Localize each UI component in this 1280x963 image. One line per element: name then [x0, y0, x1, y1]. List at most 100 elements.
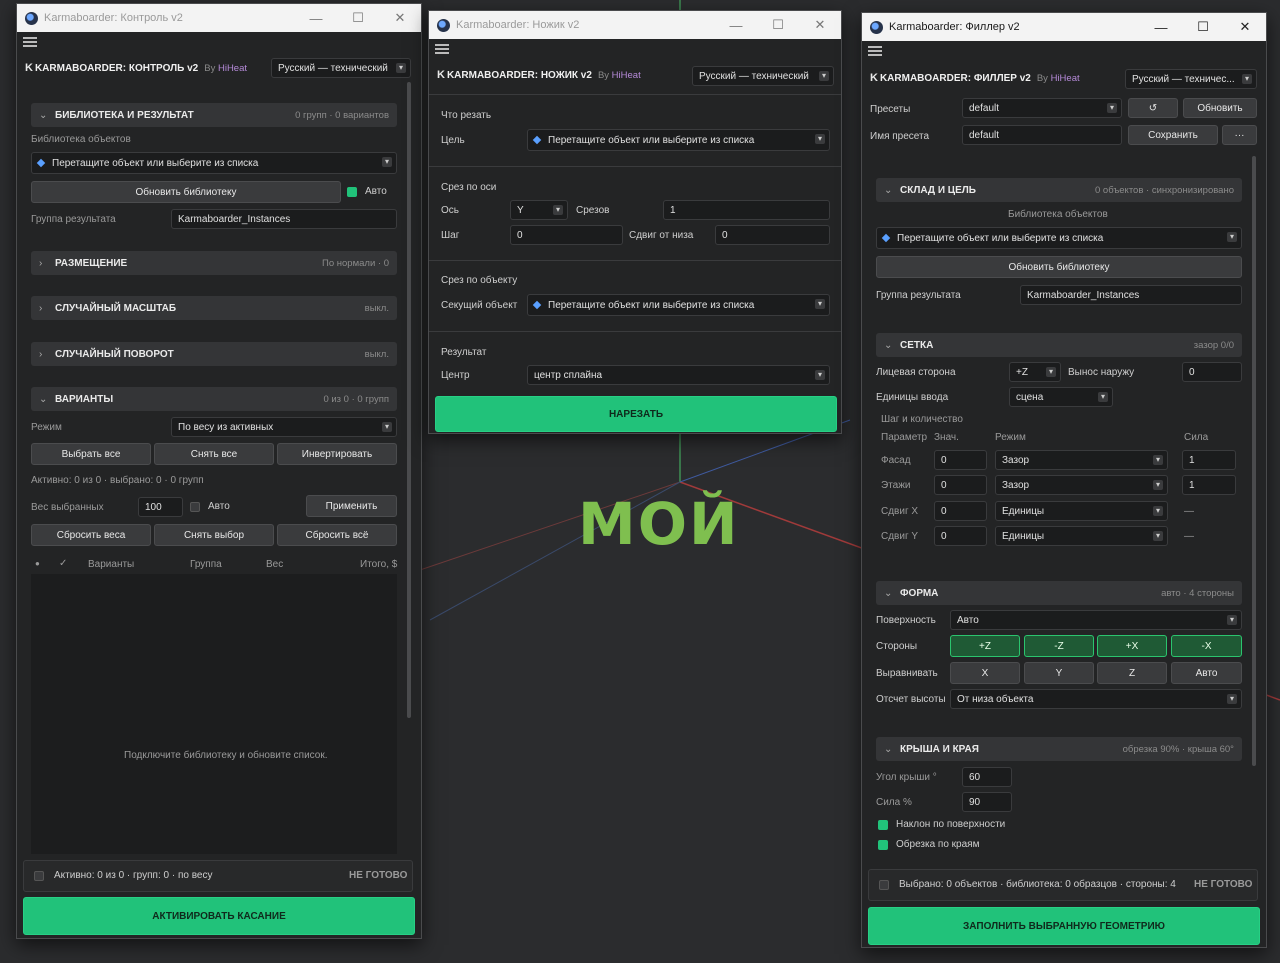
- weight-auto-label: Авто: [208, 501, 230, 512]
- status-checkbox[interactable]: [879, 880, 889, 890]
- minimize-icon[interactable]: —: [295, 11, 337, 26]
- center-select[interactable]: центр сплайна ▾: [527, 365, 830, 385]
- height-select[interactable]: От низа объекта ▾: [950, 689, 1242, 709]
- close-icon[interactable]: ✕: [799, 17, 841, 33]
- side-plus-x-button[interactable]: +X: [1097, 635, 1167, 657]
- menu-icon[interactable]: [435, 44, 449, 54]
- grid-row-mode[interactable]: Единицы ▾: [995, 526, 1168, 546]
- align-y-button[interactable]: Y: [1024, 662, 1094, 684]
- section-random-rotation[interactable]: › СЛУЧАЙНЫЙ ПОВОРОТ выкл.: [31, 342, 397, 366]
- grid-row-value[interactable]: 0: [934, 501, 987, 521]
- scrollbar[interactable]: [1252, 156, 1256, 766]
- shift-input[interactable]: 0: [715, 225, 830, 245]
- roof-force-input[interactable]: 90: [962, 792, 1012, 812]
- save-preset-button[interactable]: Сохранить: [1128, 125, 1218, 145]
- side-minus-z-button[interactable]: -Z: [1024, 635, 1094, 657]
- col-weight[interactable]: Вес: [266, 559, 283, 570]
- invert-button[interactable]: Инвертировать: [277, 443, 397, 465]
- maximize-icon[interactable]: ☐: [337, 10, 379, 26]
- roof-angle-input[interactable]: 60: [962, 767, 1012, 787]
- slices-input[interactable]: 1: [663, 200, 830, 220]
- target-picker[interactable]: Перетащите объект или выберите из списка…: [527, 129, 830, 151]
- menu-icon[interactable]: [868, 46, 882, 56]
- scrollbar[interactable]: [407, 82, 411, 718]
- refresh-library-button[interactable]: Обновить библиотеку: [31, 181, 341, 203]
- section-storage[interactable]: ⌄ СКЛАД И ЦЕЛЬ 0 объектов · синхронизиро…: [876, 178, 1242, 202]
- language-select[interactable]: Русский — технический ▾: [271, 58, 411, 78]
- units-select[interactable]: сцена ▾: [1009, 387, 1113, 407]
- cut-button[interactable]: НАРЕЗАТЬ: [435, 396, 837, 432]
- grid-row-mode[interactable]: Зазор ▾: [995, 475, 1168, 495]
- surface-select[interactable]: Авто ▾: [950, 610, 1242, 630]
- section-shape[interactable]: ⌄ ФОРМА авто · 4 стороны: [876, 581, 1242, 605]
- auto-checkbox[interactable]: [347, 187, 357, 197]
- deselect-all-button[interactable]: Снять все: [154, 443, 274, 465]
- section-roof[interactable]: ⌄ КРЫША И КРАЯ обрезка 90% · крыша 60°: [876, 737, 1242, 761]
- weight-input[interactable]: 100: [138, 497, 183, 517]
- col-total[interactable]: Итого, $: [360, 559, 397, 570]
- group-input[interactable]: Karmaboarder_Instances: [171, 209, 397, 229]
- tilt-checkbox[interactable]: [878, 820, 888, 830]
- cutter-picker[interactable]: Перетащите объект или выберите из списка…: [527, 294, 830, 316]
- section-random-scale[interactable]: › СЛУЧАЙНЫЙ МАСШТАБ выкл.: [31, 296, 397, 320]
- cutter-label: Секущий объект: [441, 300, 518, 311]
- presets-select[interactable]: default ▾: [962, 98, 1122, 118]
- section-library[interactable]: ⌄ БИБЛИОТЕКА И РЕЗУЛЬТАТ 0 групп · 0 вар…: [31, 103, 397, 127]
- side-plus-z-button[interactable]: +Z: [950, 635, 1020, 657]
- grid-row-value[interactable]: 0: [934, 475, 987, 495]
- grid-row-value[interactable]: 0: [934, 450, 987, 470]
- reload-preset-button[interactable]: ↺: [1128, 98, 1178, 118]
- minimize-icon[interactable]: —: [715, 18, 757, 33]
- col-variants[interactable]: Варианты: [88, 559, 134, 570]
- weight-auto-checkbox[interactable]: [190, 502, 200, 512]
- apply-button[interactable]: Применить: [306, 495, 397, 517]
- knife-header: K KARMABOARDER: НОЖИК v2 By HiHeat: [437, 69, 641, 81]
- face-select[interactable]: +Z ▾: [1009, 362, 1061, 382]
- mode-select[interactable]: По весу из активных ▾: [171, 417, 397, 437]
- control-titlebar[interactable]: Karmaboarder: Контроль v2 — ☐ ✕: [17, 4, 421, 32]
- activate-touch-button[interactable]: АКТИВИРОВАТЬ КАСАНИЕ: [23, 897, 415, 935]
- refresh-library-button[interactable]: Обновить библиотеку: [876, 256, 1242, 278]
- more-options-button[interactable]: ···: [1222, 125, 1257, 145]
- align-x-button[interactable]: X: [950, 662, 1020, 684]
- maximize-icon[interactable]: ☐: [757, 17, 799, 33]
- section-placement[interactable]: › РАЗМЕЩЕНИЕ По нормали · 0: [31, 251, 397, 275]
- language-select[interactable]: Русский — технический ▾: [692, 66, 834, 86]
- clear-selection-button[interactable]: Снять выбор: [154, 524, 274, 546]
- select-all-button[interactable]: Выбрать все: [31, 443, 151, 465]
- section-variants[interactable]: ⌄ ВАРИАНТЫ 0 из 0 · 0 групп: [31, 387, 397, 411]
- library-picker[interactable]: Перетащите объект или выберите из списка…: [31, 152, 397, 174]
- section-grid[interactable]: ⌄ СЕТКА зазор 0/0: [876, 333, 1242, 357]
- language-select[interactable]: Русский — техничес... ▾: [1125, 69, 1257, 89]
- status-checkbox[interactable]: [34, 871, 44, 881]
- close-icon[interactable]: ✕: [1224, 19, 1266, 35]
- minimize-icon[interactable]: —: [1140, 20, 1182, 35]
- trim-checkbox[interactable]: [878, 840, 888, 850]
- axis-select[interactable]: Y ▾: [510, 200, 568, 220]
- grid-row-mode[interactable]: Единицы ▾: [995, 501, 1168, 521]
- col-group[interactable]: Группа: [190, 559, 222, 570]
- library-picker[interactable]: Перетащите объект или выберите из списка…: [876, 227, 1242, 249]
- align-auto-button[interactable]: Авто: [1171, 662, 1242, 684]
- reset-weights-button[interactable]: Сбросить веса: [31, 524, 151, 546]
- update-preset-button[interactable]: Обновить: [1183, 98, 1257, 118]
- grid-row-force[interactable]: 1: [1182, 475, 1236, 495]
- side-minus-x-button[interactable]: -X: [1171, 635, 1242, 657]
- grid-row-force[interactable]: 1: [1182, 450, 1236, 470]
- out-input[interactable]: 0: [1182, 362, 1242, 382]
- fill-geometry-button[interactable]: ЗАПОЛНИТЬ ВЫБРАННУЮ ГЕОМЕТРИЮ: [868, 907, 1260, 945]
- menu-icon[interactable]: [23, 37, 37, 47]
- variants-table[interactable]: [31, 574, 397, 854]
- maximize-icon[interactable]: ☐: [1182, 19, 1224, 35]
- preset-name-input[interactable]: default: [962, 125, 1122, 145]
- reset-all-button[interactable]: Сбросить всё: [277, 524, 397, 546]
- filler-titlebar[interactable]: Karmaboarder: Филлер v2 — ☐ ✕: [862, 13, 1266, 41]
- step-input[interactable]: 0: [510, 225, 623, 245]
- knife-titlebar[interactable]: Karmaboarder: Ножик v2 — ☐ ✕: [429, 11, 841, 39]
- grid-row-mode[interactable]: Зазор ▾: [995, 450, 1168, 470]
- group-input[interactable]: Karmaboarder_Instances: [1020, 285, 1242, 305]
- grid-row-value[interactable]: 0: [934, 526, 987, 546]
- close-icon[interactable]: ✕: [379, 10, 421, 26]
- align-z-button[interactable]: Z: [1097, 662, 1167, 684]
- grid-row-name: Фасад: [881, 455, 911, 466]
